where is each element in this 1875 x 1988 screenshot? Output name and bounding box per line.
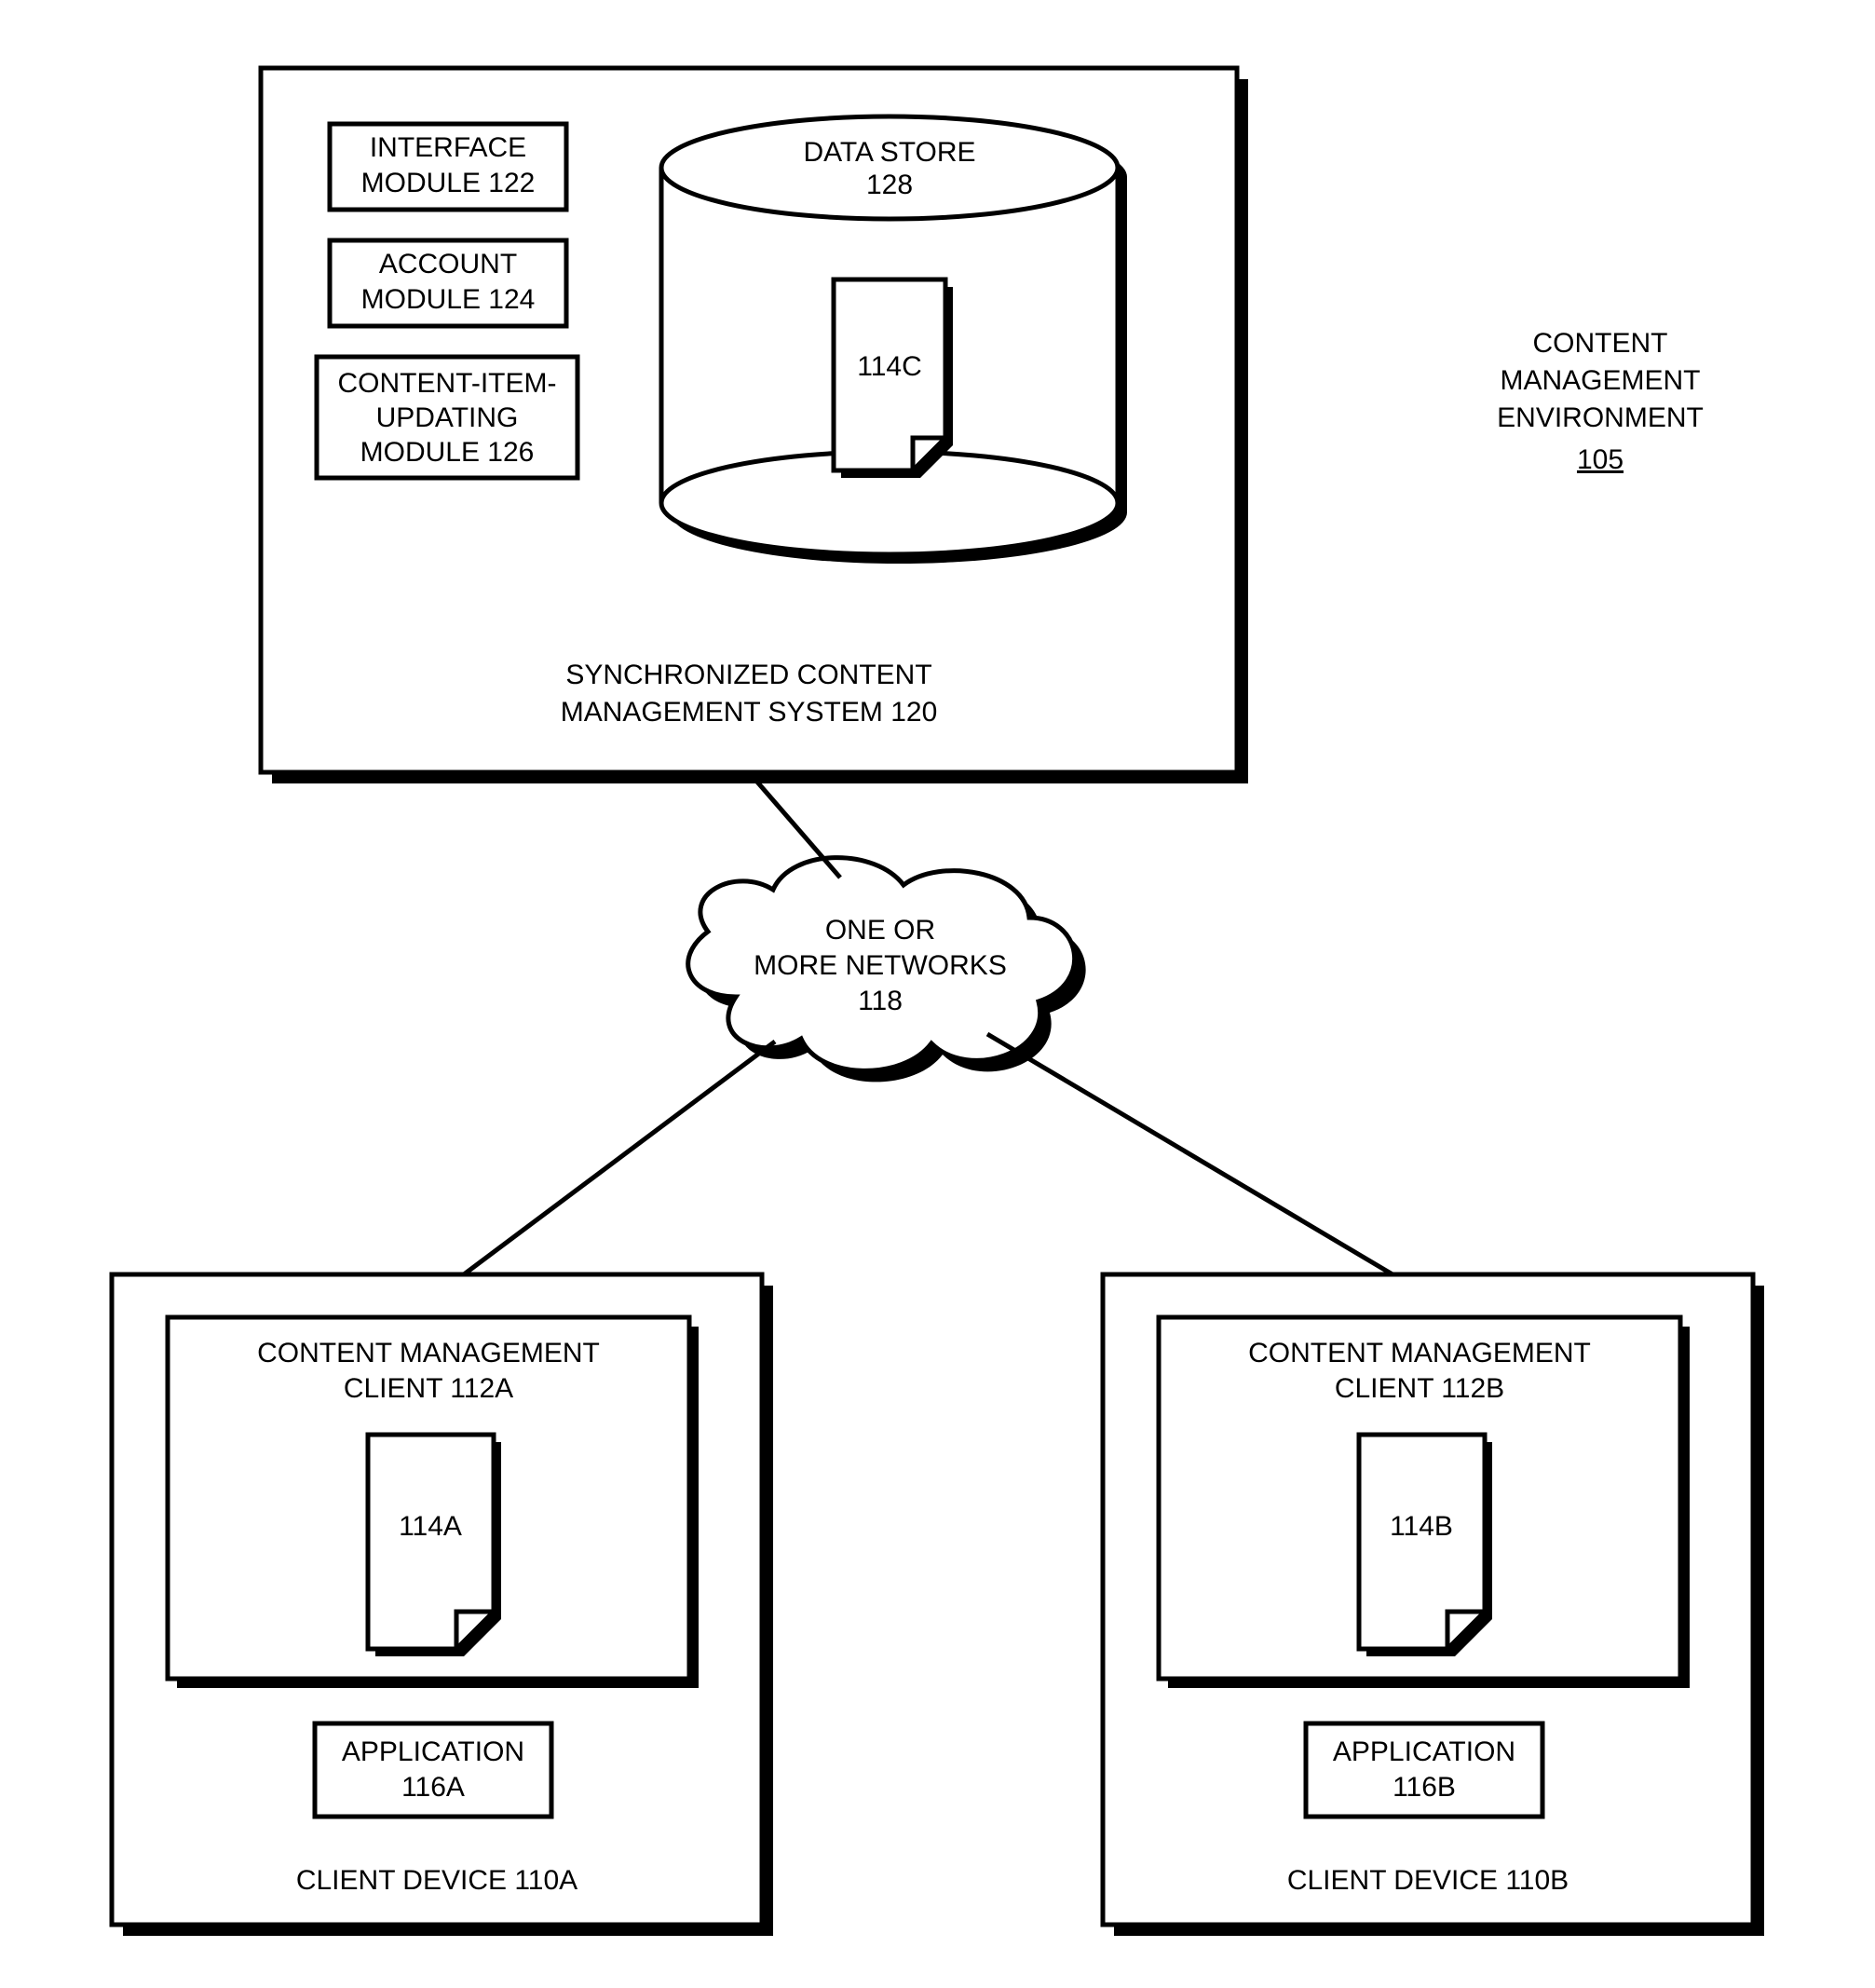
ds-l2: 128 bbox=[866, 170, 913, 200]
devB-client-l1: CONTENT MANAGEMENT bbox=[1248, 1338, 1591, 1368]
file-114a: 114A bbox=[368, 1435, 501, 1656]
mod2-l1: ACCOUNT bbox=[379, 249, 517, 279]
env-l2: MANAGEMENT bbox=[1500, 365, 1700, 396]
scms-l2: MANAGEMENT SYSTEM 120 bbox=[561, 697, 938, 728]
account-module: ACCOUNT MODULE 124 bbox=[330, 240, 566, 326]
link-cloud-b bbox=[987, 1034, 1393, 1274]
devA-app-l2: 116A bbox=[401, 1772, 465, 1803]
net-l3: 118 bbox=[858, 986, 903, 1016]
data-store: DATA STORE 128 114C bbox=[661, 116, 1127, 564]
diagram: CONTENT MANAGEMENT ENVIRONMENT 105 SYNCH… bbox=[0, 0, 1875, 1988]
net-l1: ONE OR bbox=[825, 915, 935, 946]
file-b-label: 114B bbox=[1390, 1511, 1453, 1542]
devA-client-l1: CONTENT MANAGEMENT bbox=[257, 1338, 600, 1368]
file-114c: 114C bbox=[834, 279, 953, 478]
file-114b: 114B bbox=[1359, 1435, 1492, 1656]
network-cloud: ONE OR MORE NETWORKS 118 bbox=[688, 858, 1086, 1083]
mod3-l3: MODULE 126 bbox=[360, 437, 535, 468]
application-b: APPLICATION 116B bbox=[1306, 1723, 1542, 1817]
mod1-l1: INTERFACE bbox=[370, 132, 526, 163]
client-device-b: CLIENT DEVICE 110B CONTENT MANAGEMENT CL… bbox=[1103, 1274, 1764, 1936]
ds-l1: DATA STORE bbox=[803, 137, 975, 168]
scms-box: SYNCHRONIZED CONTENT MANAGEMENT SYSTEM 1… bbox=[261, 68, 1248, 783]
interface-module: INTERFACE MODULE 122 bbox=[330, 124, 566, 210]
devB-label: CLIENT DEVICE 110B bbox=[1287, 1865, 1569, 1896]
net-l2: MORE NETWORKS bbox=[754, 950, 1007, 981]
devB-client-l2: CLIENT 112B bbox=[1335, 1373, 1504, 1404]
mod3-l2: UPDATING bbox=[376, 402, 519, 433]
client-device-a: CLIENT DEVICE 110A CONTENT MANAGEMENT CL… bbox=[112, 1274, 773, 1936]
env-l1: CONTENT bbox=[1533, 328, 1668, 359]
cm-client-a: CONTENT MANAGEMENT CLIENT 112A 114A bbox=[168, 1317, 699, 1688]
application-a: APPLICATION 116A bbox=[315, 1723, 551, 1817]
mod1-l2: MODULE 122 bbox=[361, 168, 536, 198]
file-a-label: 114A bbox=[399, 1511, 462, 1542]
devA-client-l2: CLIENT 112A bbox=[344, 1373, 513, 1404]
env-num: 105 bbox=[1577, 444, 1624, 475]
content-updating-module: CONTENT-ITEM- UPDATING MODULE 126 bbox=[317, 357, 577, 478]
devA-label: CLIENT DEVICE 110A bbox=[296, 1865, 577, 1896]
devB-app-l1: APPLICATION bbox=[1333, 1736, 1515, 1767]
file-c-label: 114C bbox=[857, 351, 922, 382]
cm-client-b: CONTENT MANAGEMENT CLIENT 112B 114B bbox=[1159, 1317, 1690, 1688]
devB-app-l2: 116B bbox=[1393, 1772, 1456, 1803]
link-cloud-a bbox=[464, 1042, 775, 1274]
environment-label: CONTENT MANAGEMENT ENVIRONMENT 105 bbox=[1497, 328, 1704, 475]
env-l3: ENVIRONMENT bbox=[1497, 402, 1704, 433]
mod3-l1: CONTENT-ITEM- bbox=[338, 368, 557, 399]
devA-app-l1: APPLICATION bbox=[342, 1736, 524, 1767]
mod2-l2: MODULE 124 bbox=[361, 284, 536, 315]
link-scms-cloud bbox=[749, 772, 840, 878]
scms-l1: SYNCHRONIZED CONTENT bbox=[565, 660, 931, 690]
